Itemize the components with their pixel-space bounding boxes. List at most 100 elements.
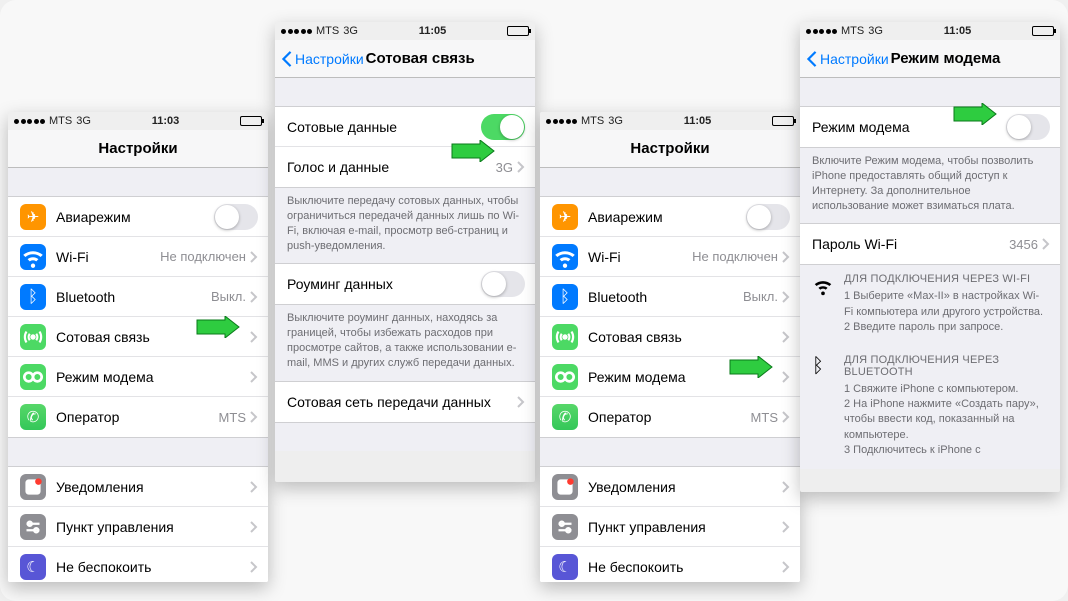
instructions-line: 1 Свяжите iPhone с компьютером. xyxy=(844,382,1048,397)
cellular-group-2: Роуминг данных xyxy=(275,263,535,305)
wifi-icon xyxy=(812,273,834,300)
row-label: Сотовая сеть передачи данных xyxy=(287,394,517,410)
phone-settings-2: MTS 3G 11:05 Настройки ✈ Авиарежим Wi-Fi… xyxy=(540,112,800,582)
page-title: Настройки xyxy=(540,140,800,157)
row-label: Режим модема xyxy=(812,119,1006,135)
airplane-toggle[interactable] xyxy=(746,204,790,230)
settings-group-connectivity: ✈ Авиарежим Wi-Fi Не подключен ᛒ Bluetoo… xyxy=(8,196,268,438)
row-cellular[interactable]: Сотовая связь xyxy=(540,317,800,357)
chevron-right-icon xyxy=(250,481,258,493)
row-notifications[interactable]: Уведомления xyxy=(8,467,268,507)
chevron-right-icon xyxy=(517,396,525,408)
network-label: 3G xyxy=(343,25,358,37)
page-title: Сотовая связь xyxy=(366,50,475,67)
row-label: Bluetooth xyxy=(588,289,743,305)
row-control-center[interactable]: Пункт управления xyxy=(8,507,268,547)
battery-icon xyxy=(1032,26,1054,36)
back-button[interactable]: Настройки xyxy=(806,51,889,67)
row-dnd[interactable]: ☾ Не беспокоить xyxy=(8,547,268,582)
navbar: Настройки xyxy=(540,130,800,168)
chevron-right-icon xyxy=(782,481,790,493)
row-cellular-data[interactable]: Сотовые данные xyxy=(275,107,535,147)
instructions-heading: ДЛЯ ПОДКЛЮЧЕНИЯ ЧЕРЕЗ WI-FI xyxy=(844,273,1048,285)
hotspot-icon xyxy=(552,364,578,390)
status-bar: MTS 3G 11:05 xyxy=(275,22,535,40)
row-value: Выкл. xyxy=(211,289,246,304)
control-center-icon xyxy=(552,514,578,540)
row-label: Bluetooth xyxy=(56,289,211,305)
row-value: Не подключен xyxy=(160,249,246,264)
row-data-roaming[interactable]: Роуминг данных xyxy=(275,264,535,304)
footer-note: Выключите передачу сотовых данных, чтобы… xyxy=(275,188,535,263)
row-wifi[interactable]: Wi-Fi Не подключен xyxy=(8,237,268,277)
clock-label: 11:05 xyxy=(684,115,712,127)
row-carrier[interactable]: ✆ Оператор MTS xyxy=(540,397,800,437)
back-label: Настройки xyxy=(295,51,364,67)
notifications-icon xyxy=(20,474,46,500)
phone-cellular: MTS 3G 11:05 Настройки Сотовая связь Сот… xyxy=(275,22,535,482)
row-voice-data[interactable]: Голос и данные 3G xyxy=(275,147,535,187)
hotspot-toggle[interactable] xyxy=(1006,114,1050,140)
bluetooth-icon: ᛒ xyxy=(552,284,578,310)
row-airplane[interactable]: ✈ Авиарежим xyxy=(8,197,268,237)
chevron-right-icon xyxy=(1042,238,1050,250)
chevron-right-icon xyxy=(250,291,258,303)
status-bar: MTS 3G 11:05 xyxy=(540,112,800,130)
airplane-icon: ✈ xyxy=(20,204,46,230)
phone-icon: ✆ xyxy=(20,404,46,430)
network-label: 3G xyxy=(868,25,883,37)
signal-dots-icon xyxy=(14,119,45,124)
cellular-icon xyxy=(20,324,46,350)
chevron-right-icon xyxy=(782,561,790,573)
row-bluetooth[interactable]: ᛒ Bluetooth Выкл. xyxy=(8,277,268,317)
row-airplane[interactable]: ✈ Авиарежим xyxy=(540,197,800,237)
row-label: Не беспокоить xyxy=(56,559,250,575)
chevron-right-icon xyxy=(250,371,258,383)
row-label: Пункт управления xyxy=(588,519,782,535)
row-bluetooth[interactable]: ᛒ Bluetooth Выкл. xyxy=(540,277,800,317)
moon-icon: ☾ xyxy=(552,554,578,580)
instructions-wifi: ДЛЯ ПОДКЛЮЧЕНИЯ ЧЕРЕЗ WI-FI 1 Выберите «… xyxy=(800,265,1060,345)
signal-dots-icon xyxy=(281,29,312,34)
bluetooth-icon: ᛒ xyxy=(20,284,46,310)
row-wifi[interactable]: Wi-Fi Не подключен xyxy=(540,237,800,277)
cellular-data-toggle[interactable] xyxy=(481,114,525,140)
row-carrier[interactable]: ✆ Оператор MTS xyxy=(8,397,268,437)
row-value: 3456 xyxy=(1009,237,1038,252)
bluetooth-icon: ᛒ xyxy=(812,354,834,376)
row-notifications[interactable]: Уведомления xyxy=(540,467,800,507)
hotspot-icon xyxy=(20,364,46,390)
row-hotspot[interactable]: Режим модема xyxy=(8,357,268,397)
row-label: Режим модема xyxy=(56,369,250,385)
back-button[interactable]: Настройки xyxy=(281,51,364,67)
row-control-center[interactable]: Пункт управления xyxy=(540,507,800,547)
row-hotspot[interactable]: Режим модема xyxy=(540,357,800,397)
instructions-bluetooth: ᛒ ДЛЯ ПОДКЛЮЧЕНИЯ ЧЕРЕЗ BLUETOOTH 1 Свяж… xyxy=(800,346,1060,469)
signal-dots-icon xyxy=(806,29,837,34)
roaming-toggle[interactable] xyxy=(481,271,525,297)
battery-icon xyxy=(507,26,529,36)
navbar: Настройки Режим модема xyxy=(800,40,1060,78)
row-hotspot-switch[interactable]: Режим модема xyxy=(800,107,1060,147)
row-label: Не беспокоить xyxy=(588,559,782,575)
row-label: Уведомления xyxy=(588,479,782,495)
airplane-toggle[interactable] xyxy=(214,204,258,230)
carrier-label: MTS xyxy=(581,115,604,127)
status-bar: MTS 3G 11:03 xyxy=(8,112,268,130)
clock-label: 11:03 xyxy=(152,115,180,127)
notifications-icon xyxy=(552,474,578,500)
settings-group-system: Уведомления Пункт управления ☾ Не беспок… xyxy=(8,466,268,582)
navbar: Настройки Сотовая связь xyxy=(275,40,535,78)
row-label: Сотовая связь xyxy=(588,329,782,345)
chevron-right-icon xyxy=(250,251,258,263)
row-cellular[interactable]: Сотовая связь xyxy=(8,317,268,357)
settings-group-connectivity: ✈ Авиарежим Wi-Fi Не подключен ᛒ Bluetoo… xyxy=(540,196,800,438)
wifi-icon xyxy=(552,244,578,270)
row-label: Роуминг данных xyxy=(287,276,481,292)
row-wifi-password[interactable]: Пароль Wi-Fi 3456 xyxy=(800,224,1060,264)
instructions-line: 3 Подключитесь к iPhone с xyxy=(844,443,1048,458)
phone-settings-1: MTS 3G 11:03 Настройки ✈ Авиарежим Wi-Fi… xyxy=(8,112,268,582)
moon-icon: ☾ xyxy=(20,554,46,580)
row-dnd[interactable]: ☾ Не беспокоить xyxy=(540,547,800,582)
row-apn[interactable]: Сотовая сеть передачи данных xyxy=(275,382,535,422)
